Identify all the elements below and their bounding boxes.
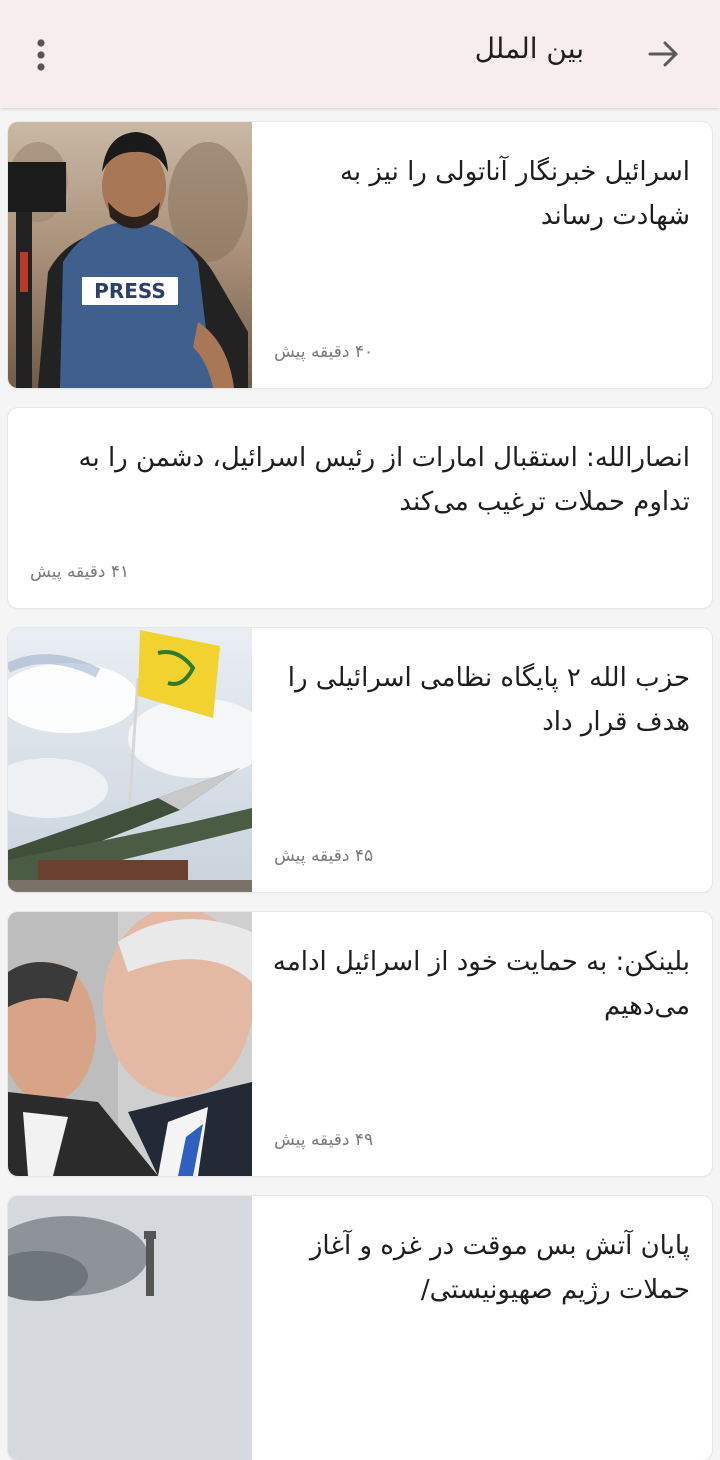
back-button[interactable] (644, 34, 684, 74)
news-time: ۴۰ دقیقه پیش (274, 342, 374, 362)
news-headline: بلینکن: به حمایت خود از اسرائیل ادامه می… (272, 947, 690, 1021)
overflow-menu-button[interactable] (26, 36, 56, 76)
news-headline: اسرائیل خبرنگار آناتولی را نیز به شهادت … (339, 157, 690, 231)
news-card[interactable]: PRESS اسرائیل خبرنگار آناتولی را نیز به … (8, 122, 712, 388)
politicians-photo (8, 912, 252, 1176)
arrow-forward-icon (648, 41, 678, 67)
news-card[interactable]: پایان آتش بس موقت در غزه و آغاز حملات رژ… (8, 1196, 712, 1460)
news-time: ۴۵ دقیقه پیش (274, 846, 374, 866)
news-headline: پایان آتش بس موقت در غزه و آغاز حملات رژ… (309, 1231, 690, 1305)
journalist-photo: PRESS (8, 122, 252, 388)
news-headline: انصارالله: استقبال امارات از رئیس اسرائی… (78, 443, 691, 517)
rockets-photo (8, 628, 252, 892)
news-time: ۴۱ دقیقه پیش (30, 562, 130, 582)
svg-text:PRESS: PRESS (94, 279, 166, 303)
more-vert-icon (37, 39, 45, 71)
page-title: بین الملل (474, 32, 584, 65)
news-headline: حزب الله ۲ پایگاه نظامی اسرائیلی را هدف … (287, 663, 690, 737)
news-card[interactable]: انصارالله: استقبال امارات از رئیس اسرائی… (8, 408, 712, 608)
gaza-photo (8, 1196, 252, 1460)
app-bar: بین الملل (0, 0, 720, 108)
news-time: ۴۹ دقیقه پیش (274, 1130, 374, 1150)
news-card[interactable]: حزب الله ۲ پایگاه نظامی اسرائیلی را هدف … (8, 628, 712, 892)
news-card[interactable]: بلینکن: به حمایت خود از اسرائیل ادامه می… (8, 912, 712, 1176)
